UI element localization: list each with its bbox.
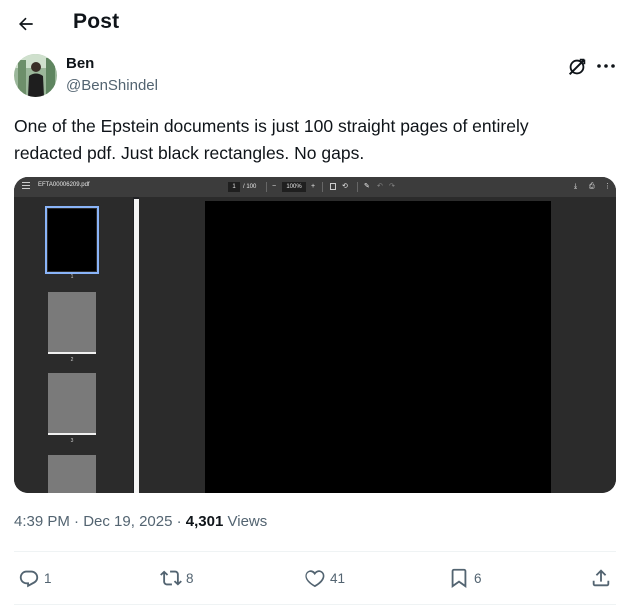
meta-separator: · (176, 513, 182, 530)
pdf-thumbnail (45, 206, 99, 274)
zoom-in-button: + (311, 183, 316, 190)
like-button[interactable]: 41 (304, 563, 345, 593)
reply-count: 1 (44, 570, 52, 586)
share-button[interactable] (590, 563, 612, 593)
views-label: Views (227, 513, 268, 530)
pdf-thumbnail-sidebar: 1 2 3 (14, 197, 133, 493)
toolbar-divider (266, 182, 267, 192)
pdf-viewer-area (139, 197, 616, 493)
pdf-page-input: 1 (228, 182, 240, 192)
menu-icon (22, 182, 30, 189)
bookmark-icon (451, 568, 467, 588)
reply-icon (19, 570, 39, 588)
pdf-thumbnail (48, 455, 96, 493)
like-count: 41 (330, 570, 346, 586)
tweet-text-line: One of the Epstein documents is just 100… (14, 116, 529, 136)
bookmark-button[interactable]: 6 (448, 563, 482, 593)
pdf-page-total: / 100 (243, 184, 257, 190)
heart-icon (305, 570, 325, 588)
more-options-icon[interactable] (594, 54, 618, 78)
repost-count: 8 (186, 570, 194, 586)
thumbnail-number: 3 (70, 438, 74, 444)
pdf-thumbnail (48, 373, 96, 435)
grok-icon[interactable] (566, 56, 588, 78)
zoom-out-button: − (272, 183, 277, 190)
back-button[interactable] (10, 8, 42, 40)
reply-button[interactable]: 1 (18, 563, 52, 593)
toolbar-divider (357, 182, 358, 192)
meta-separator: · (74, 513, 80, 530)
undo-icon: ↶ (377, 183, 383, 190)
pdf-filename: EFTA00006209.pdf (38, 182, 90, 188)
toolbar-divider (322, 182, 323, 192)
download-icon: ⤓ (574, 183, 578, 190)
pdf-thumbnail (48, 292, 96, 354)
thumbnail-number: 1 (70, 274, 74, 280)
rotate-icon: ⟲ (342, 183, 348, 190)
tweet-text-line: redacted pdf. Just black rectangles. No … (14, 143, 365, 163)
print-icon: ⎙ (589, 183, 595, 190)
divider (14, 551, 616, 552)
tweet-media-image[interactable]: EFTA00006209.pdf 1 / 100 − 100% + ⟲ ✎ ↶ … (14, 177, 616, 493)
pdf-zoom-level: 100% (282, 182, 306, 192)
author-handle[interactable]: @BenShindel (66, 77, 158, 94)
repost-icon (160, 570, 182, 586)
page-title: Post (73, 10, 120, 33)
redacted-pdf-page (205, 201, 551, 493)
arrow-left-icon (19, 17, 33, 31)
views-count: 4,301 (185, 513, 224, 530)
more-vert-icon: ⋮ (604, 183, 611, 190)
tweet-text: One of the Epstein documents is just 100… (14, 113, 614, 167)
bookmark-count: 6 (474, 570, 482, 586)
pdf-toolbar: EFTA00006209.pdf 1 / 100 − 100% + ⟲ ✎ ↶ … (14, 177, 616, 197)
tweet-meta: 4:39 PM · Dec 19, 2025 · 4,301 Views (14, 513, 267, 530)
share-icon (592, 569, 610, 587)
annotate-icon: ✎ (364, 183, 370, 190)
divider (14, 604, 616, 605)
thumbnail-number: 2 (70, 357, 74, 363)
fit-page-icon (330, 183, 336, 190)
author-name[interactable]: Ben (66, 55, 94, 72)
tweet-time[interactable]: 4:39 PM (14, 513, 70, 530)
page-header: Post (0, 0, 634, 48)
avatar[interactable] (14, 54, 57, 97)
avatar-image (14, 54, 57, 97)
repost-button[interactable]: 8 (160, 563, 194, 593)
redo-icon: ↷ (389, 183, 395, 190)
tweet-date[interactable]: Dec 19, 2025 (83, 513, 172, 530)
